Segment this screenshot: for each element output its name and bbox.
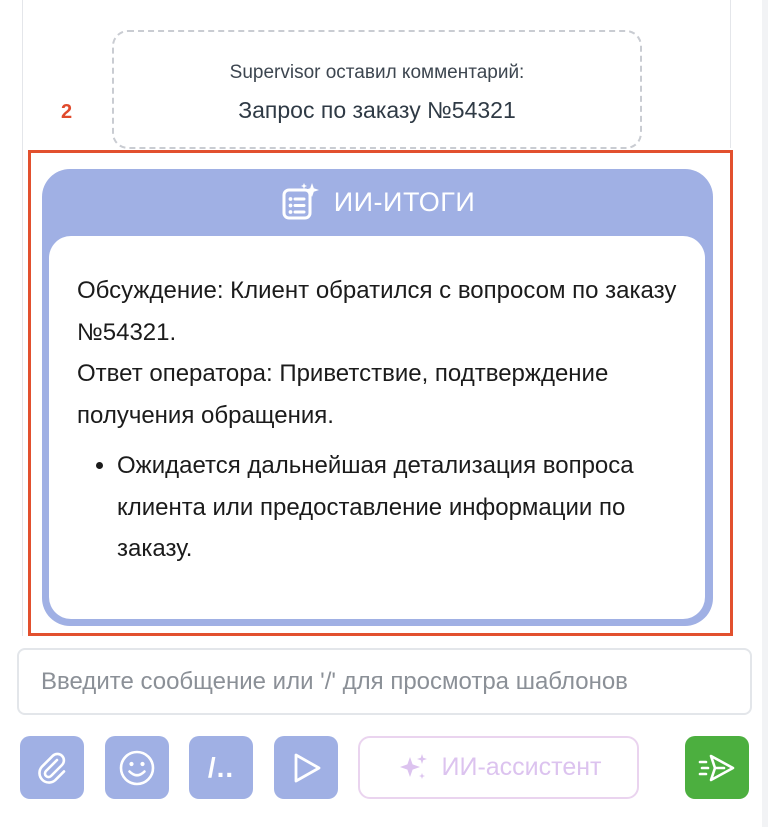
summary-operator-reply: Ответ оператора: Приветствие, подтвержде… <box>77 360 609 429</box>
ai-assistant-button[interactable]: ИИ-ассистент <box>358 736 639 799</box>
play-triangle-icon <box>294 753 321 782</box>
send-icon <box>698 754 735 781</box>
chat-right-border <box>730 0 731 148</box>
message-composer[interactable] <box>17 648 752 715</box>
templates-button[interactable]: /.. <box>189 736 253 799</box>
summary-bullet-item: Ожидается дальнейшая детализация вопроса… <box>117 445 677 570</box>
templates-label: /.. <box>207 751 235 783</box>
send-button[interactable] <box>685 736 749 799</box>
smiley-icon <box>119 750 155 785</box>
attach-button[interactable] <box>20 736 84 799</box>
panel-scroll-edge <box>762 0 768 827</box>
emoji-button[interactable] <box>105 736 169 799</box>
paperclip-icon <box>38 752 66 784</box>
step-marker: 2 <box>61 101 73 123</box>
supervisor-comment: Supervisor оставил комментарий: Запрос п… <box>112 30 642 149</box>
sparkles-icon <box>399 753 427 779</box>
ai-summary-body: Обсуждение: Клиент обратился с вопросом … <box>49 236 705 619</box>
comment-text: Запрос по заказу №54321 <box>238 97 516 123</box>
comment-author: Supervisor оставил комментарий: <box>229 62 525 83</box>
ai-summary-card: ИИ-ИТОГИ Обсуждение: Клиент обратился с … <box>42 169 713 626</box>
message-input[interactable] <box>19 650 750 713</box>
summary-bullet-list: Ожидается дальнейшая детализация вопроса… <box>77 445 677 570</box>
ai-assistant-label: ИИ-ассистент <box>441 753 602 781</box>
chat-left-border <box>22 0 23 636</box>
ai-document-sparkle-icon <box>282 183 319 220</box>
chat-history: Supervisor оставил комментарий: Запрос п… <box>0 0 768 640</box>
play-button[interactable] <box>274 736 338 799</box>
ai-summary-title: ИИ-ИТОГИ <box>333 186 476 217</box>
summary-discussion: Обсуждение: Клиент обратился с вопросом … <box>77 277 677 346</box>
ai-summary-header: ИИ-ИТОГИ <box>42 169 713 235</box>
